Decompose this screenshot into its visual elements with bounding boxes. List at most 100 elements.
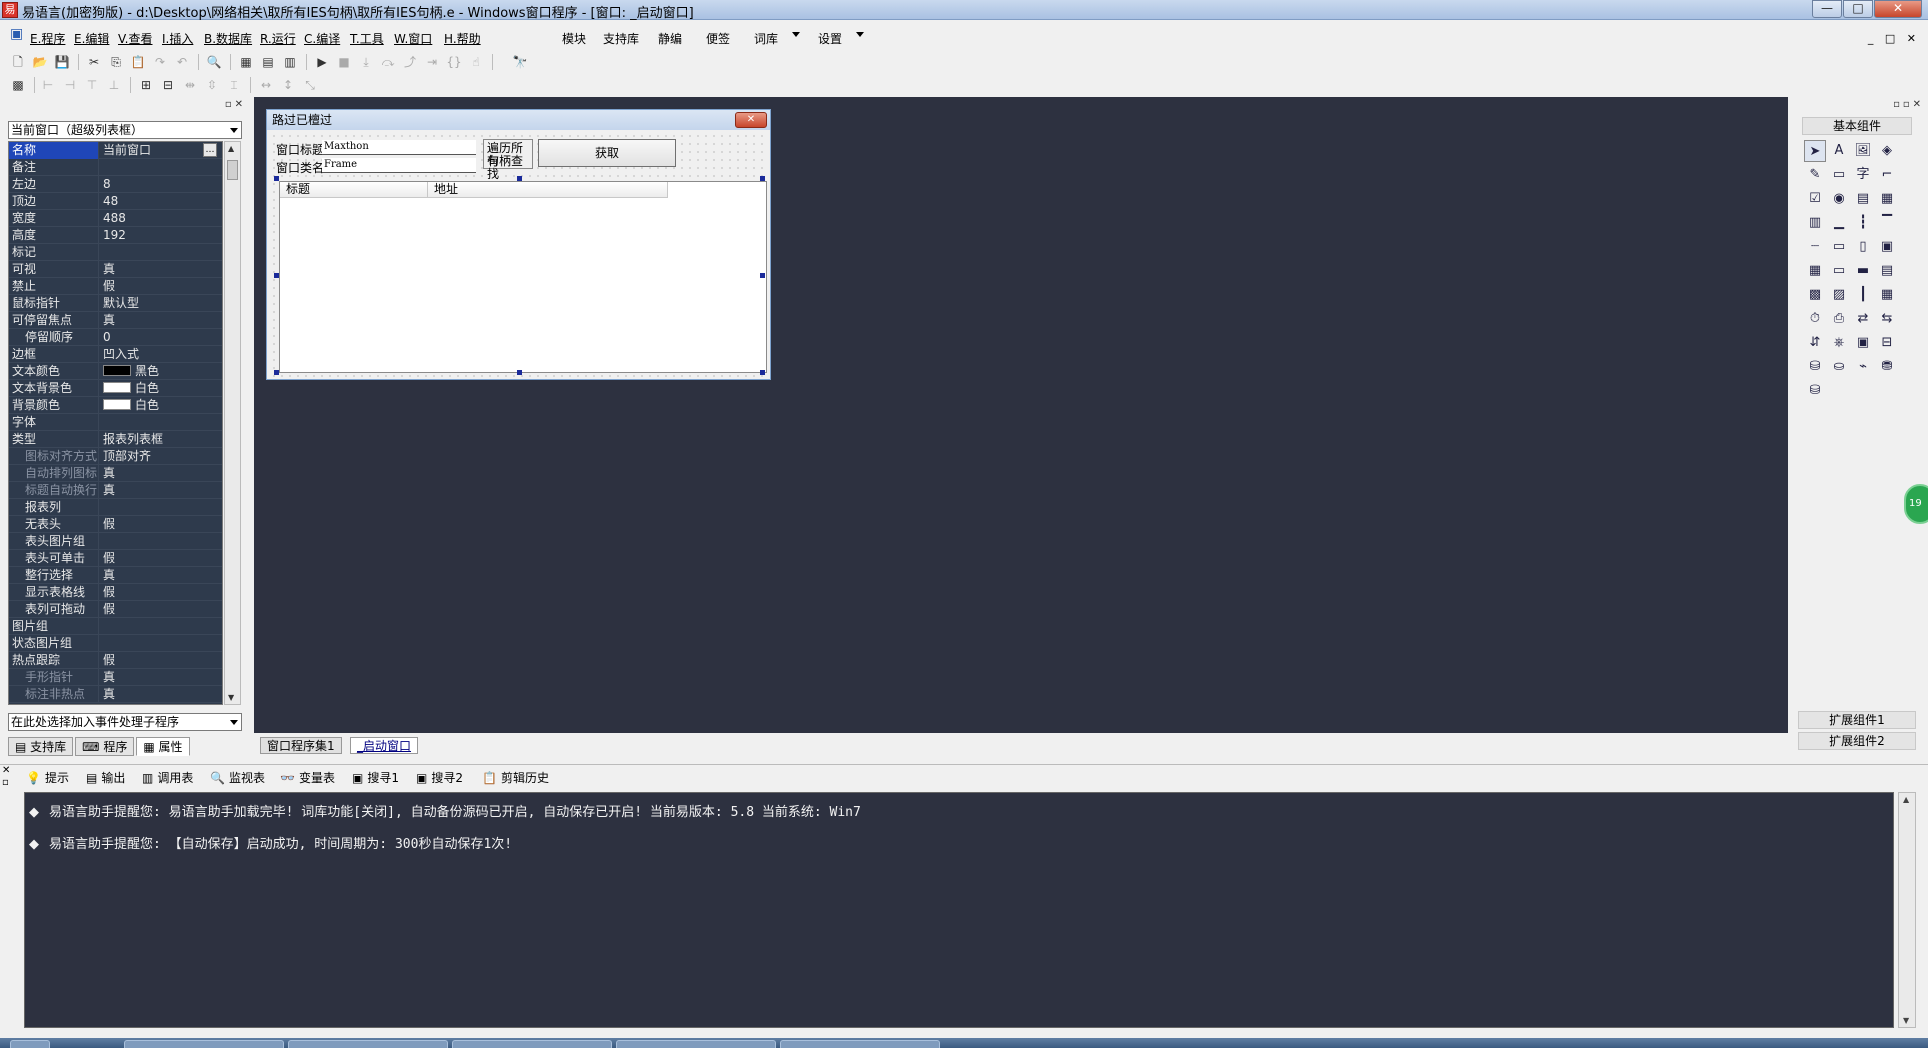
mdi-controls[interactable]: _ □ ✕ [1868,32,1920,45]
frame-icon[interactable]: ▭ [1828,164,1850,186]
close-button[interactable]: ✕ [1874,0,1922,18]
resize-handle[interactable] [517,370,522,375]
db-link-icon[interactable]: ⛀ [1828,356,1850,378]
resize-handle[interactable] [274,273,279,278]
output-close-icon[interactable]: ✕ [2,765,10,776]
output-panel[interactable]: ◆ 易语言助手提醒您: 易语言助手加载完毕! 词库功能[关闭], 自动备份源码已开… [24,792,1894,1028]
taskbar-button[interactable] [780,1040,940,1048]
property-row[interactable]: 边框 凹入式 [9,346,222,363]
property-value[interactable]: 192 [103,227,221,244]
align-bottom-icon[interactable]: ⊥ [106,77,122,93]
property-row[interactable]: 标注非热点真 [9,686,222,703]
scroll-up-icon[interactable]: ▲ [228,144,234,153]
menu-module[interactable]: 模块 [562,30,586,47]
menu-edit[interactable]: E.编辑 [74,30,109,47]
property-value[interactable] [103,159,221,176]
settings-dropdown-icon[interactable] [856,32,864,37]
get-button[interactable]: 获取 [538,139,676,167]
tree-icon[interactable]: ┃ [1852,284,1874,306]
tab-window-assembly[interactable]: 窗口程序集1 [260,737,342,754]
menu-static-compile[interactable]: 静编 [658,30,682,47]
resize-handle[interactable] [760,273,765,278]
property-row[interactable]: 图片组 [9,618,222,635]
odbc-icon[interactable]: ⛁ [1804,380,1826,402]
property-value[interactable]: 凹入式 [103,346,221,363]
property-row[interactable]: 字体 [9,414,222,431]
resize-handle[interactable] [274,176,279,181]
same-height-icon[interactable]: ↕ [280,77,296,93]
tab-search2[interactable]: ▣ 搜寻2 [416,769,463,786]
menu-insert[interactable]: I.插入 [162,30,193,47]
result-list-view[interactable]: 标题 地址 [279,181,767,373]
database-icon[interactable]: ⛁ [1804,356,1826,378]
output-pin-icon[interactable]: ▫ [2,777,9,788]
taskbar-button[interactable] [124,1040,284,1048]
panel-icon[interactable]: ▦ [1876,284,1898,306]
property-row[interactable]: 标记 [9,244,222,261]
property-value[interactable] [103,414,221,431]
window-icon[interactable]: ▣ [1852,332,1874,354]
property-row[interactable]: 可停留焦点真 [9,312,222,329]
doc-icon[interactable]: ▤ [1876,260,1898,282]
property-row[interactable]: 名称 当前窗口… [9,142,222,159]
picture-icon[interactable]: 🖼 [1852,140,1874,162]
property-row[interactable]: 宽度 488 [9,210,222,227]
taskbar-button[interactable] [288,1040,448,1048]
property-value[interactable]: 真 [103,261,221,278]
resize-handle[interactable] [760,176,765,181]
space-v-icon[interactable]: ⇳ [204,77,220,93]
scroll-up-icon[interactable]: ▲ [1903,795,1909,804]
step-into-icon[interactable]: ⤓ [358,54,374,70]
tab-clip-history[interactable]: 📋 剪辑历史 [482,769,549,786]
run-icon[interactable]: ▶ [314,54,330,70]
property-value[interactable]: 假 [103,584,221,601]
tab-watch[interactable]: 🔍 监视表 [210,769,265,786]
object-selector[interactable]: 当前窗口（超级列表框） [8,121,242,139]
split-icon[interactable]: ⊟ [1876,332,1898,354]
enumerate-all-checkbox[interactable]: 遍历所有 句柄查找 [483,139,533,181]
tab-startup-window[interactable]: _启动窗口 [350,737,419,754]
hscroll-icon[interactable]: ▁ [1828,212,1850,234]
spin-icon[interactable]: ┈ [1804,236,1826,258]
form-close-icon[interactable]: ✕ [735,112,767,128]
property-value[interactable]: 真 [103,686,221,703]
property-value[interactable]: 48 [103,193,221,210]
menu-tools[interactable]: T.工具 [350,30,384,47]
progress-icon[interactable]: ▬ [1852,260,1874,282]
swap-icon[interactable]: ⇆ [1876,308,1898,330]
property-row[interactable]: 停留顺序 0 [9,329,222,346]
property-row[interactable]: 图标对齐方式 顶部对齐 [9,448,222,465]
property-value[interactable]: 当前窗口… [103,142,221,159]
property-row[interactable]: 热点跟踪假 [9,652,222,669]
line-icon[interactable]: ⌐ [1876,164,1898,186]
property-row[interactable]: 报表列 [9,499,222,516]
tab-support-lib[interactable]: ▤ 支持库 [8,737,74,756]
save-icon[interactable]: 💾 [54,54,70,70]
column-header-title[interactable]: 标题 [280,182,428,198]
property-value[interactable]: 白色 [103,380,221,397]
chevron-down-icon[interactable] [230,720,238,725]
start-button[interactable] [10,1040,50,1048]
step-out-icon[interactable]: ⤴ [402,54,418,70]
property-value[interactable]: 真 [103,465,221,482]
design-canvas[interactable]: 路过已檀过 ✕ 窗口标题: Maxthon 窗口类名: Frame 遍历所有 句… [254,97,1788,733]
db-query-icon[interactable]: ⛃ [1876,356,1898,378]
transfer-icon[interactable]: ⇄ [1852,308,1874,330]
menu-wordlib[interactable]: 词库 [754,30,778,47]
menu-run[interactable]: R.运行 [260,30,296,47]
column-header-address[interactable]: 地址 [428,182,668,198]
radio-icon[interactable]: ◉ [1828,188,1850,210]
property-row[interactable]: 整行选择真 [9,567,222,584]
property-value[interactable]: 8 [103,176,221,193]
property-value[interactable]: 假 [103,516,221,533]
align-left-icon[interactable]: ⊢ [40,77,56,93]
tab-output[interactable]: ▤ 输出 [86,769,125,786]
property-row[interactable]: 表头图片组 [9,533,222,550]
property-value[interactable]: 假 [103,601,221,618]
same-both-icon[interactable]: ⤡ [302,77,318,93]
tab-variables[interactable]: 👓 变量表 [280,769,335,786]
toolbox-pin-close-icon[interactable]: ▫▫✕ [1893,99,1924,110]
center-h-icon[interactable]: ⊞ [138,77,154,93]
helper-icon[interactable]: 🔭 [512,54,528,70]
undo-icon[interactable]: ↶ [174,54,190,70]
